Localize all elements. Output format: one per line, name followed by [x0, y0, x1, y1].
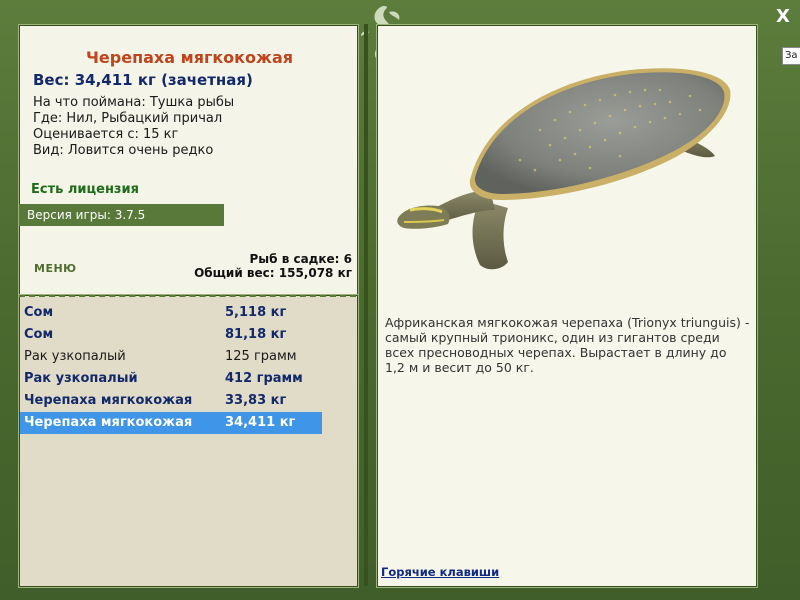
fish-valued-from: Оценивается с: 15 кг [33, 127, 179, 142]
hotkeys-link[interactable]: Горячие клавиши [381, 565, 499, 579]
catch-weight: 81,18 кг [225, 327, 287, 342]
keepnet-total-weight: Общий вес: 155,078 кг [194, 266, 352, 280]
close-button[interactable]: X [772, 6, 794, 28]
turtle-image [397, 68, 731, 270]
catch-name: Черепаха мягкокожая [24, 415, 193, 430]
panel-divider [364, 24, 368, 586]
fish-description: Африканская мягкокожая черепаха (Trionyx… [385, 315, 750, 375]
catch-weight: 5,118 кг [225, 305, 287, 320]
catch-row[interactable]: Рак узкопалый 412 грамм [20, 368, 322, 390]
catch-row-selected[interactable]: Черепаха мягкокожая 34,411 кг [20, 412, 322, 434]
catch-row[interactable]: Сом 5,118 кг [20, 302, 322, 324]
catch-name: Сом [24, 327, 54, 342]
fish-rarity: Вид: Ловится очень редко [33, 143, 214, 158]
catch-name: Рак узкопалый [24, 349, 126, 364]
catch-name: Сом [24, 305, 54, 320]
fish-weight: Вес: 34,411 кг (зачетная) [33, 71, 253, 89]
catch-weight: 34,411 кг [225, 415, 296, 430]
catch-row[interactable]: Рак узкопалый 125 грамм [20, 346, 322, 368]
catch-name: Рак узкопалый [24, 371, 138, 386]
fish-location: Где: Нил, Рыбацкий причал [33, 111, 223, 126]
dashed-separator [19, 295, 356, 297]
catch-weight: 33,83 кг [225, 393, 287, 408]
keepnet-count: Рыб в садке: 6 [249, 252, 353, 266]
catch-weight: 125 грамм [225, 349, 297, 364]
tooltip-partial: За [782, 47, 800, 65]
catch-name: Черепаха мягкокожая [24, 393, 193, 408]
catch-row[interactable]: Сом 81,18 кг [20, 324, 322, 346]
catch-list: Сом 5,118 кг Сом 81,18 кг Рак узкопалый … [20, 302, 322, 434]
fish-title: Черепаха мягкокожая [85, 48, 294, 67]
catch-weight: 412 грамм [225, 371, 303, 386]
license-status: Есть лицензия [31, 182, 139, 197]
fish-caught-on: На что поймана: Тушка рыбы [33, 95, 235, 110]
menu-button[interactable]: МЕНЮ [34, 262, 77, 275]
catch-row[interactable]: Черепаха мягкокожая 33,83 кг [20, 390, 322, 412]
game-version: Версия игры: 3.7.5 [19, 204, 224, 226]
